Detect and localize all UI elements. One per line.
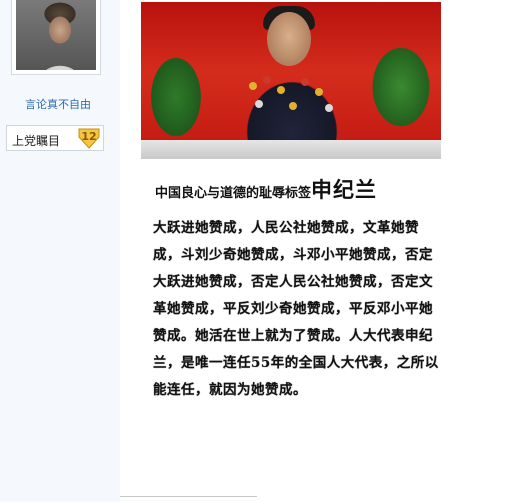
article-photo — [141, 2, 441, 159]
medal — [249, 82, 257, 90]
headline-prefix: 中国良心与道德的耻辱标签 — [155, 186, 312, 201]
photo-plant-right — [361, 32, 441, 142]
avatar-frame[interactable] — [11, 0, 101, 75]
user-tag-label: 上党瞩目 — [12, 134, 61, 148]
medal — [315, 88, 323, 96]
divider — [120, 496, 257, 497]
photo-plant-left — [141, 42, 211, 152]
photo-person-face — [267, 12, 311, 66]
medal — [301, 78, 309, 86]
avatar[interactable] — [16, 0, 96, 70]
medal — [263, 76, 271, 84]
medal — [289, 102, 297, 110]
user-tag-badge-count: 12 — [81, 130, 97, 143]
user-tag[interactable]: 上党瞩目 12 — [6, 125, 104, 151]
medal — [255, 100, 263, 108]
medal — [277, 86, 285, 94]
username-link[interactable]: 言论真不自由 — [0, 96, 116, 112]
headline-name: 申纪兰 — [311, 177, 378, 202]
left-sidebar: 言论真不自由 上党瞩目 12 — [0, 0, 120, 502]
badge-icon: 12 — [77, 127, 101, 149]
medal — [325, 104, 333, 112]
article-headline: 中国良心与道德的耻辱标签申纪兰 — [155, 174, 455, 204]
article-body: 大跃进她赞成，人民公社她赞成，文革她赞成，斗刘少奇她赞成，斗邓小平她赞成，否定大… — [153, 220, 439, 398]
photo-table — [141, 140, 441, 159]
